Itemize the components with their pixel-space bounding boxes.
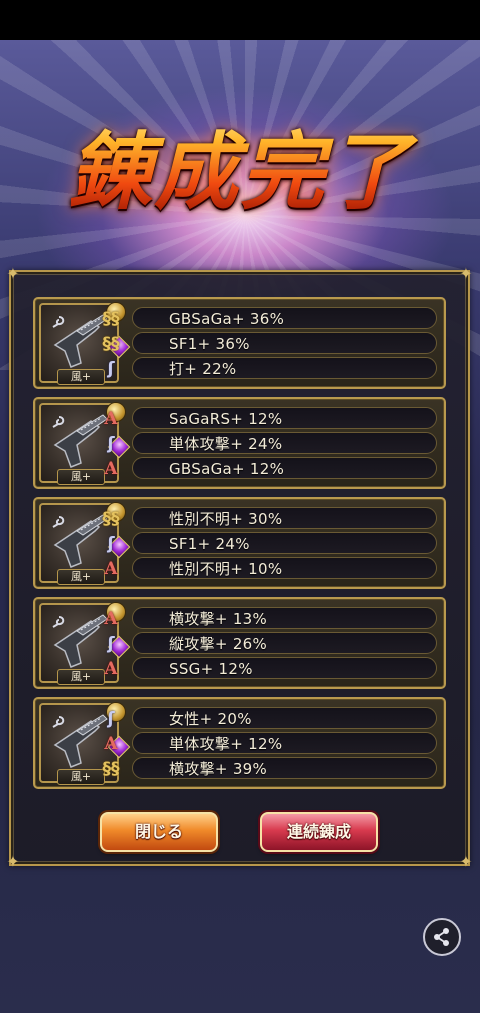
stat-row: §§ 横攻撃+ 39% — [103, 757, 437, 779]
stat-row: §§ GBSaGa+ 36% — [103, 307, 437, 329]
blue-spiral-icon: ʃ — [107, 709, 115, 729]
forge-result-card: 風+ A SaGaRS+ 12% ʃ 単体攻撃+ 24% A GBSaGa+ 12% — [33, 397, 446, 489]
grade-spiral-icon — [43, 307, 65, 328]
stat-row: ʃ 縦攻撃+ 26% — [107, 632, 437, 654]
red-a-icon: A — [104, 659, 118, 679]
stat-row: A 性別不明+ 10% — [104, 557, 437, 579]
stat-text: 打+ 22% — [169, 360, 237, 378]
forge-result-card: 風+ §§ 性別不明+ 30% ʃ SF1+ 24% A 性別不明+ 10% — [33, 497, 446, 589]
stat-text: 縦攻撃+ 26% — [169, 635, 268, 653]
stat-row: §§ 性別不明+ 30% — [103, 507, 437, 529]
stat-text: 女性+ 20% — [169, 710, 252, 728]
element-tag: 風+ — [57, 569, 105, 585]
stat-row: ʃ SF1+ 24% — [107, 532, 437, 554]
stat-text: GBSaGa+ 12% — [169, 460, 285, 478]
forge-result-card: 風+ A 横攻撃+ 13% ʃ 縦攻撃+ 26% A SSG+ 12% — [33, 597, 446, 689]
red-a-icon: A — [104, 609, 118, 629]
blue-spiral-icon: ʃ — [107, 359, 115, 379]
stat-text: 横攻撃+ 13% — [169, 610, 268, 628]
forge-result-card: 風+ §§ GBSaGa+ 36% §§ SF1+ 36% ʃ 打+ 22% — [33, 297, 446, 389]
stat-row: ʃ 女性+ 20% — [107, 707, 437, 729]
gold-double-spiral-icon: §§ — [102, 334, 120, 354]
gold-double-spiral-icon: §§ — [102, 759, 120, 779]
element-tag: 風+ — [57, 369, 105, 385]
red-a-icon: A — [104, 459, 118, 479]
element-tag: 風+ — [57, 769, 105, 785]
red-a-icon: A — [104, 734, 118, 754]
red-a-icon: A — [104, 559, 118, 579]
grade-spiral-icon — [43, 407, 65, 428]
share-button[interactable] — [423, 918, 461, 956]
element-tag: 風+ — [57, 669, 105, 685]
grade-spiral-icon — [43, 507, 65, 528]
forge-result-card: 風+ ʃ 女性+ 20% A 単体攻撃+ 12% §§ 横攻撃+ 39% — [33, 697, 446, 789]
stat-text: 横攻撃+ 39% — [169, 760, 268, 778]
stat-text: 単体攻撃+ 12% — [169, 735, 283, 753]
blue-spiral-icon: ʃ — [107, 434, 115, 454]
stat-text: SF1+ 24% — [169, 535, 250, 553]
stat-row: A SSG+ 12% — [104, 657, 437, 679]
corner-ornament-icon: ✦ — [6, 264, 20, 283]
stat-row: ʃ 打+ 22% — [107, 357, 437, 379]
stat-text: SSG+ 12% — [169, 660, 253, 678]
blue-spiral-icon: ʃ — [107, 634, 115, 654]
element-tag: 風+ — [57, 469, 105, 485]
stat-row: A GBSaGa+ 12% — [104, 457, 437, 479]
stat-text: 性別不明+ 30% — [169, 510, 283, 528]
blue-spiral-icon: ʃ — [107, 534, 115, 554]
stat-row: A SaGaRS+ 12% — [104, 407, 437, 429]
stat-row: A 単体攻撃+ 12% — [104, 732, 437, 754]
forge-complete-title: 錬成完了 — [0, 105, 480, 226]
stat-text: 性別不明+ 10% — [169, 560, 283, 578]
share-icon — [434, 928, 449, 946]
gold-double-spiral-icon: §§ — [102, 309, 120, 329]
stat-row: ʃ 単体攻撃+ 24% — [107, 432, 437, 454]
stat-row: A 横攻撃+ 13% — [104, 607, 437, 629]
stat-text: GBSaGa+ 36% — [169, 310, 285, 328]
red-a-icon: A — [104, 409, 118, 429]
grade-spiral-icon — [43, 707, 65, 728]
stat-text: SaGaRS+ 12% — [169, 410, 283, 428]
corner-ornament-icon: ✦ — [6, 852, 20, 871]
corner-ornament-icon: ✦ — [459, 852, 473, 871]
continue-forge-button[interactable]: 連続錬成 — [260, 812, 378, 852]
stat-text: 単体攻撃+ 24% — [169, 435, 283, 453]
grade-spiral-icon — [43, 607, 65, 628]
stat-row: §§ SF1+ 36% — [103, 332, 437, 354]
stat-text: SF1+ 36% — [169, 335, 250, 353]
gold-double-spiral-icon: §§ — [102, 509, 120, 529]
close-button[interactable]: 閉じる — [100, 812, 218, 852]
corner-ornament-icon: ✦ — [459, 264, 473, 283]
